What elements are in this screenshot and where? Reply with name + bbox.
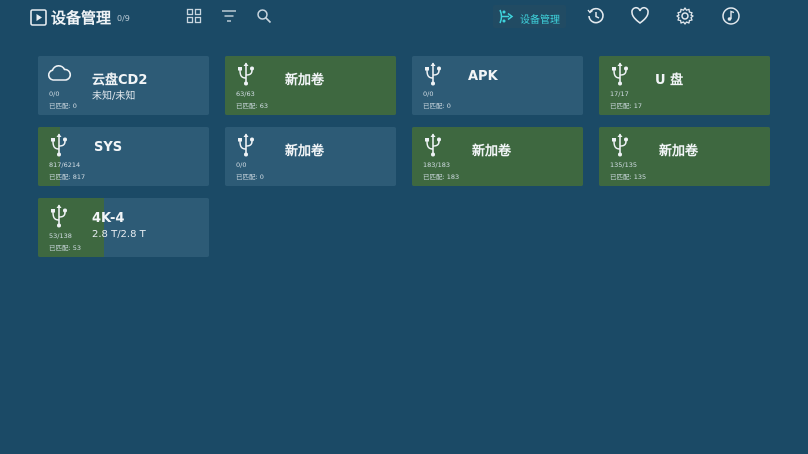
- device-capacity: 未知/未知: [92, 91, 136, 102]
- device-file-count: 0/0: [236, 161, 247, 169]
- device-match-count: 已匹配: 63: [236, 102, 269, 110]
- usb-icon: [233, 61, 259, 87]
- device-name: SYS: [94, 140, 123, 155]
- top-bar: 设备管理 0/9 设备管理: [0, 0, 808, 36]
- device-card[interactable]: 新加卷 183/183 已匹配: 183: [412, 127, 583, 186]
- device-match-count: 已匹配: 183: [423, 173, 460, 181]
- device-match-count: 已匹配: 0: [423, 102, 451, 110]
- device-file-count: 17/17: [610, 90, 629, 98]
- history-icon[interactable]: [586, 6, 606, 26]
- usb-icon: [420, 132, 446, 158]
- device-card[interactable]: 云盘CD2 未知/未知 0/0 已匹配: 0: [38, 56, 209, 115]
- play-folder-icon: [30, 9, 47, 26]
- device-card[interactable]: SYS 817/6214 已匹配: 817: [38, 127, 209, 186]
- usb-icon: [420, 61, 446, 87]
- device-file-count: 183/183: [423, 161, 451, 169]
- device-count: 0/9: [117, 14, 130, 23]
- device-match-count: 已匹配: 135: [610, 173, 647, 181]
- usb-icon: [233, 132, 259, 158]
- device-match-count: 已匹配: 817: [49, 173, 86, 181]
- usb-icon: [46, 132, 72, 158]
- device-file-count: 817/6214: [49, 161, 81, 169]
- device-card[interactable]: 新加卷 135/135 已匹配: 135: [599, 127, 770, 186]
- page-title: 设备管理: [51, 9, 112, 27]
- device-card[interactable]: U 盘 17/17 已匹配: 17: [599, 56, 770, 115]
- device-card[interactable]: APK 0/0 已匹配: 0: [412, 56, 583, 115]
- device-name: 新加卷: [285, 73, 325, 88]
- usb-icon: [46, 203, 72, 229]
- device-card[interactable]: 新加卷 63/63 已匹配: 63: [225, 56, 396, 115]
- music-icon[interactable]: [721, 6, 741, 26]
- usb-icon: [607, 132, 633, 158]
- device-file-count: 63/63: [236, 90, 255, 98]
- device-file-count: 0/0: [49, 90, 60, 98]
- filter-icon[interactable]: [221, 8, 237, 24]
- grid-icon[interactable]: [186, 8, 202, 24]
- device-name: APK: [468, 69, 498, 84]
- device-match-count: 已匹配: 0: [236, 173, 264, 181]
- device-match-count: 已匹配: 17: [610, 102, 643, 110]
- device-file-count: 135/135: [610, 161, 638, 169]
- device-capacity: 2.8 T/2.8 T: [92, 229, 146, 240]
- search-icon[interactable]: [256, 8, 272, 24]
- heart-icon[interactable]: [630, 6, 650, 26]
- device-file-count: 0/0: [423, 90, 434, 98]
- device-name: 新加卷: [285, 144, 325, 159]
- cloud-icon: [46, 61, 72, 87]
- device-name: 新加卷: [659, 144, 699, 159]
- device-name: U 盘: [655, 73, 684, 88]
- nav-device-manager[interactable]: 设备管理: [493, 5, 566, 28]
- device-match-count: 已匹配: 53: [49, 244, 82, 252]
- device-name: 4K-4: [92, 211, 125, 226]
- device-card[interactable]: 4K-4 2.8 T/2.8 T 53/138 已匹配: 53: [38, 198, 209, 257]
- device-file-count: 53/138: [49, 232, 72, 240]
- device-match-count: 已匹配: 0: [49, 102, 77, 110]
- gear-icon[interactable]: [675, 6, 695, 26]
- device-tree-icon: [499, 9, 514, 24]
- usb-icon: [607, 61, 633, 87]
- device-name: 云盘CD2: [92, 73, 148, 88]
- device-card[interactable]: 新加卷 0/0 已匹配: 0: [225, 127, 396, 186]
- device-name: 新加卷: [472, 144, 512, 159]
- nav-device-manager-label: 设备管理: [520, 15, 560, 26]
